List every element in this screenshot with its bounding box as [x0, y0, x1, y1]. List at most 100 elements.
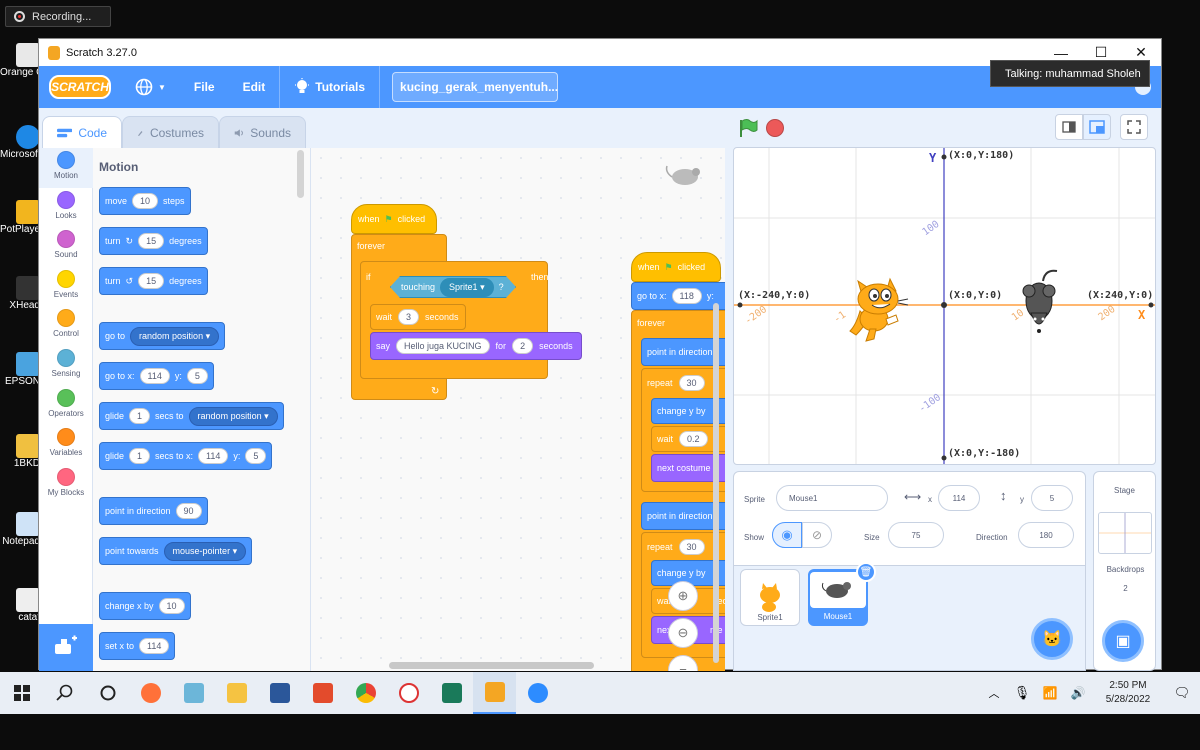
- towards-dropdown[interactable]: mouse-pointer ▾: [163, 541, 247, 561]
- zoom-in-button[interactable]: ⊕: [668, 581, 698, 611]
- taskbar-chrome[interactable]: [344, 672, 387, 714]
- block-wait[interactable]: wait 3 seconds: [370, 304, 466, 330]
- block-say-for-secs[interactable]: say Hello juga KUCING for 2 seconds: [370, 332, 582, 360]
- taskbar-zoom[interactable]: [516, 672, 559, 714]
- cat-sprite[interactable]: [846, 275, 912, 343]
- task-view-button[interactable]: [86, 672, 129, 714]
- sprite-size-input[interactable]: 75: [888, 522, 944, 548]
- show-hidden-icons[interactable]: ︿: [980, 672, 1008, 714]
- wait-input[interactable]: 3: [398, 309, 420, 325]
- stage-canvas[interactable]: Y X (X:0,Y:180) (X:0,Y:-180) (X:-240,Y:0…: [733, 147, 1156, 465]
- sprite-y-input[interactable]: 5: [1031, 485, 1073, 511]
- zoom-out-button[interactable]: ⊖: [668, 618, 698, 648]
- tab-sounds[interactable]: Sounds: [219, 116, 306, 148]
- file-menu[interactable]: File: [180, 66, 229, 108]
- repeat-input[interactable]: 30: [678, 539, 705, 555]
- notifications-button[interactable]: 🗨: [1164, 672, 1200, 714]
- tutorials-button[interactable]: Tutorials: [280, 66, 379, 108]
- block-change-x[interactable]: change x by 10: [99, 592, 191, 620]
- say-text-input[interactable]: Hello juga KUCING: [396, 338, 490, 354]
- sprite-direction-input[interactable]: 180: [1018, 522, 1074, 548]
- hat-when-flag-clicked-2[interactable]: when ⚑ clicked: [631, 252, 721, 282]
- choose-backdrop-button[interactable]: ▣: [1102, 620, 1144, 662]
- show-hidden-button[interactable]: ⊘: [802, 522, 832, 548]
- y-input[interactable]: 5: [186, 368, 208, 384]
- search-button[interactable]: [43, 672, 86, 714]
- taskbar-app-2[interactable]: [172, 672, 215, 714]
- recording-indicator[interactable]: Recording...: [5, 6, 111, 27]
- secs-input[interactable]: 1: [129, 408, 151, 424]
- network-tray[interactable]: 📶: [1036, 672, 1064, 714]
- category-motion[interactable]: Motion: [39, 148, 93, 188]
- category-operators[interactable]: Operators: [39, 386, 93, 426]
- tab-costumes[interactable]: Costumes: [122, 116, 219, 148]
- block-turn-left[interactable]: turn ↺ 15 degrees: [99, 267, 208, 295]
- block-turn-right[interactable]: turn ↻ 15 degrees: [99, 227, 208, 255]
- desktop-icon-potplayer[interactable]: PotPlayer: [0, 200, 40, 235]
- taskbar-file-explorer[interactable]: [215, 672, 258, 714]
- y-input[interactable]: 5: [245, 448, 267, 464]
- sprite-x-input[interactable]: 114: [938, 485, 980, 511]
- desktop-icon-1bkd[interactable]: 1BKD: [0, 434, 40, 469]
- volume-tray[interactable]: 🔊: [1064, 672, 1092, 714]
- taskbar-clock[interactable]: 2:50 PM 5/28/2022: [1092, 679, 1164, 707]
- secs-input[interactable]: 1: [129, 448, 151, 464]
- category-sound[interactable]: Sound: [39, 227, 93, 267]
- desktop-icon-orange-chrome[interactable]: Orange Chrome: [0, 43, 40, 78]
- desktop-icon-xhead[interactable]: XHead: [0, 276, 40, 311]
- category-sensing[interactable]: Sensing: [39, 346, 93, 386]
- horizontal-scrollbar[interactable]: [389, 662, 594, 669]
- tab-code[interactable]: Code: [42, 116, 122, 149]
- x-input[interactable]: 114: [139, 368, 170, 384]
- set-x-input[interactable]: 114: [139, 638, 170, 654]
- scratch-logo[interactable]: SCRATCH: [49, 75, 111, 99]
- block-point-in-direction[interactable]: point in direction 90: [99, 497, 208, 525]
- taskbar-app-7[interactable]: [387, 672, 430, 714]
- fullscreen-button[interactable]: [1120, 114, 1148, 140]
- taskbar-firefox[interactable]: [129, 672, 172, 714]
- category-control[interactable]: Control: [39, 306, 93, 346]
- palette-scrollbar[interactable]: [297, 150, 304, 198]
- degrees-input[interactable]: 15: [138, 233, 165, 249]
- degrees-input[interactable]: 15: [138, 273, 165, 289]
- category-events[interactable]: Events: [39, 267, 93, 307]
- change-x-input[interactable]: 10: [158, 598, 185, 614]
- delete-sprite-button[interactable]: 🗑: [856, 562, 876, 582]
- taskbar-scratch[interactable]: [473, 672, 516, 714]
- wait-input[interactable]: 0.2: [679, 431, 708, 447]
- category-looks[interactable]: Looks: [39, 188, 93, 228]
- sprite-name-input[interactable]: Mouse1: [776, 485, 888, 511]
- taskbar-app-8[interactable]: [430, 672, 473, 714]
- category-variables[interactable]: Variables: [39, 425, 93, 465]
- start-button[interactable]: [0, 672, 43, 714]
- glide-target-dropdown[interactable]: random position ▾: [188, 406, 278, 426]
- taskbar-word[interactable]: [258, 672, 301, 714]
- taskbar-foxit[interactable]: [301, 672, 344, 714]
- x-input[interactable]: 114: [198, 448, 229, 464]
- block-point-towards[interactable]: point towards mouse-pointer ▾: [99, 537, 253, 565]
- choose-sprite-button[interactable]: 🐱: [1031, 618, 1073, 660]
- say-secs-input[interactable]: 2: [512, 338, 534, 354]
- microphone-tray[interactable]: 🎙: [1008, 672, 1036, 714]
- stop-button[interactable]: [766, 119, 784, 137]
- desktop-icon-edge[interactable]: Microsoft Edge: [0, 125, 40, 160]
- edit-menu[interactable]: Edit: [229, 66, 280, 108]
- direction-input[interactable]: 90: [175, 503, 202, 519]
- stage-selector[interactable]: Stage Backdrops 2 ▣: [1093, 471, 1156, 671]
- category-my-blocks[interactable]: My Blocks: [39, 465, 93, 505]
- small-stage-button[interactable]: [1055, 114, 1083, 140]
- mouse-sprite[interactable]: [1019, 265, 1063, 337]
- vertical-scrollbar[interactable]: [713, 303, 719, 663]
- goto-target-dropdown[interactable]: random position ▾: [130, 326, 220, 346]
- block-set-x[interactable]: set x to 114: [99, 632, 176, 660]
- x-input[interactable]: 118: [671, 288, 702, 304]
- block-move-steps[interactable]: move 10 steps: [99, 187, 191, 215]
- script-workspace[interactable]: when ⚑ clicked forever if then touching Spr…: [311, 148, 725, 671]
- desktop-icon-notepad[interactable]: Notepad: [0, 512, 40, 547]
- block-glide-to-xy[interactable]: glide 1 secs to x: 114 y: 5: [99, 442, 273, 470]
- block-go-to-xy-2[interactable]: go to x: 118 y:: [631, 282, 725, 310]
- sprite-tile-sprite1[interactable]: Sprite1: [740, 569, 800, 626]
- steps-input[interactable]: 10: [132, 193, 159, 209]
- block-go-to[interactable]: go to random position ▾: [99, 322, 226, 350]
- touching-dropdown[interactable]: Sprite1 ▾: [440, 277, 494, 297]
